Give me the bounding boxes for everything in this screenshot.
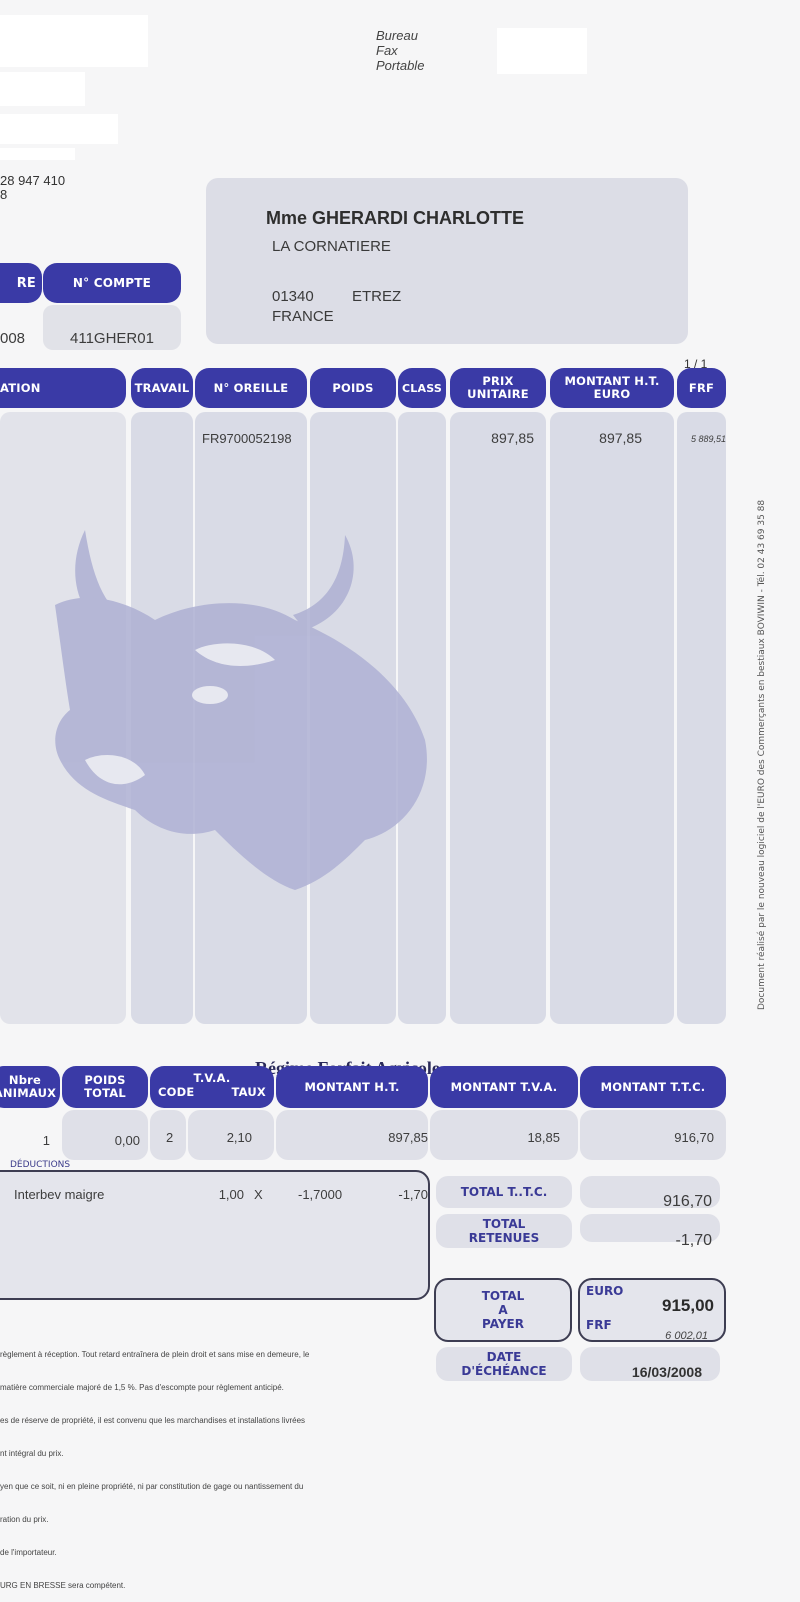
poids-total-header: POIDS TOTAL	[62, 1066, 148, 1108]
total-retenues-value: -1,70	[675, 1232, 712, 1249]
compte-header: N° COMPTE	[43, 263, 181, 303]
bureau-label: Bureau	[376, 28, 418, 43]
total-payer-line2: A	[498, 1303, 508, 1317]
oreille-header: N° OREILLE	[195, 368, 307, 408]
deduction-amount: -1,70	[398, 1187, 428, 1202]
echeance-label-pill: DATE D'ÉCHÉANCE	[436, 1347, 572, 1381]
total-retenues-label-pill: TOTAL RETENUES	[436, 1214, 572, 1248]
prix-header-line2: UNITAIRE	[467, 387, 529, 401]
montant-cell: 897,85	[599, 430, 642, 446]
frf-value: 6 002,01	[665, 1330, 708, 1342]
class-header: CLASS	[398, 368, 446, 408]
recipient-country: FRANCE	[272, 308, 334, 325]
deduction-multiplier: X	[254, 1187, 263, 1202]
tva-subheaders: CODE TAUX	[150, 1085, 274, 1099]
company-siret: 28 947 410	[0, 173, 66, 188]
montant-header-line2: EURO	[593, 387, 631, 401]
euro-value: 915,00	[662, 1296, 714, 1315]
montant-ttc-header: MONTANT T.T.C.	[580, 1066, 726, 1108]
legal-line: de l'importateur.	[0, 1548, 57, 1557]
legal-line: règlement à réception. Tout retard entra…	[0, 1350, 310, 1359]
prix-header: PRIX UNITAIRE	[450, 368, 546, 408]
total-payer-label-box: TOTAL A PAYER	[434, 1278, 572, 1342]
nbre-header: Nbre ANIMAUX	[0, 1066, 60, 1108]
recipient-address-line: LA CORNATIERE	[272, 238, 391, 255]
nbre-value: 1	[42, 1133, 50, 1148]
date-header-partial: RE	[0, 263, 42, 303]
software-note: Document réalisé par le nouveau logiciel…	[757, 499, 767, 1010]
legal-line: matière commerciale majoré de 1,5 %. Pas…	[0, 1383, 284, 1392]
poids-header: POIDS	[310, 368, 396, 408]
poids-total-value: 0,00	[114, 1133, 140, 1148]
montant-tva-header: MONTANT T.V.A.	[430, 1066, 578, 1108]
redacted-block	[0, 148, 75, 160]
total-ttc-label-pill: TOTAL T..T.C.	[436, 1176, 572, 1208]
montant-tva-value: 18,85	[527, 1130, 560, 1145]
montant-ht-header: MONTANT H.T.	[276, 1066, 428, 1108]
legal-text: règlement à réception. Tout retard entra…	[0, 1327, 309, 1602]
company-line: 8	[0, 187, 8, 202]
legal-line: ration du prix.	[0, 1515, 49, 1524]
code-header: CODE	[158, 1085, 195, 1099]
echeance-label-line2: D'ÉCHÉANCE	[461, 1364, 547, 1378]
nbre-header-line2: ANIMAUX	[0, 1086, 57, 1100]
fax-label: Fax	[376, 43, 398, 58]
deduction-qty: 1,00	[218, 1187, 244, 1202]
total-retenues-label-line2: RETENUES	[468, 1231, 540, 1245]
legal-line: URG EN BRESSE sera compétent.	[0, 1581, 126, 1590]
legal-line: es de réserve de propriété, il est conve…	[0, 1416, 306, 1425]
total-payer-line1: TOTAL	[481, 1289, 525, 1303]
designation-header: ATION	[0, 368, 126, 408]
redacted-block	[0, 114, 118, 144]
frf-column	[677, 412, 726, 1024]
taux-value: 2,10	[226, 1130, 252, 1145]
total-payer-value-box: EURO 915,00 FRF 6 002,01	[578, 1278, 726, 1342]
total-retenues-label-line1: TOTAL	[482, 1217, 526, 1231]
company-info: 28 947 410 8	[0, 174, 65, 202]
redacted-block	[0, 72, 85, 106]
portable-label: Portable	[376, 58, 425, 73]
redacted-block	[0, 15, 148, 67]
total-ttc-label: TOTAL T..T.C.	[460, 1185, 548, 1199]
montant-header: MONTANT H.T. EURO	[550, 368, 674, 408]
legal-line: nt intégral du prix.	[0, 1449, 64, 1458]
deduction-unit: -1,7000	[298, 1187, 343, 1202]
montant-column	[550, 412, 674, 1024]
compte-value: 411GHER01	[70, 330, 154, 347]
echeance-label-line1: DATE	[486, 1350, 522, 1364]
poids-total-header-line2: TOTAL	[84, 1086, 126, 1100]
echeance-value: 16/03/2008	[631, 1364, 702, 1380]
prix-column	[450, 412, 546, 1024]
tva-header: T.V.A. CODE TAUX	[150, 1066, 274, 1108]
total-ttc-value: 916,70	[663, 1193, 712, 1210]
recipient-city: ETREZ	[352, 288, 402, 305]
oreille-cell: FR9700052198	[202, 431, 292, 446]
redacted-block	[497, 28, 587, 74]
recipient-postal-code: 01340	[272, 288, 314, 305]
recipient-name: Mme GHERARDI CHARLOTTE	[266, 208, 525, 228]
cow-head-watermark	[55, 530, 427, 890]
code-value: 2	[166, 1130, 174, 1145]
montant-ht-value: 897,85	[388, 1130, 428, 1145]
frf-cell: 5 889,51	[690, 434, 726, 444]
euro-label: EURO	[586, 1284, 624, 1298]
montant-ttc-value: 916,70	[674, 1130, 714, 1145]
deduction-label: Interbev maigre	[14, 1187, 105, 1202]
taux-header: TAUX	[231, 1085, 266, 1099]
tva-header-title: T.V.A.	[193, 1071, 231, 1085]
total-payer-line3: PAYER	[482, 1317, 524, 1331]
deductions-label: DÉDUCTIONS	[10, 1160, 71, 1170]
frf-header: FRF	[677, 368, 726, 408]
date-value-partial: 008	[0, 330, 26, 347]
frf-label: FRF	[586, 1318, 612, 1332]
travail-header: TRAVAIL	[131, 368, 193, 408]
recipient-box: Mme GHERARDI CHARLOTTE LA CORNATIERE 013…	[206, 178, 688, 344]
legal-line: yen que ce soit, ni en pleine propriété,…	[0, 1482, 304, 1491]
prix-cell: 897,85	[491, 430, 534, 446]
contact-labels: Bureau Fax Portable	[376, 28, 424, 73]
